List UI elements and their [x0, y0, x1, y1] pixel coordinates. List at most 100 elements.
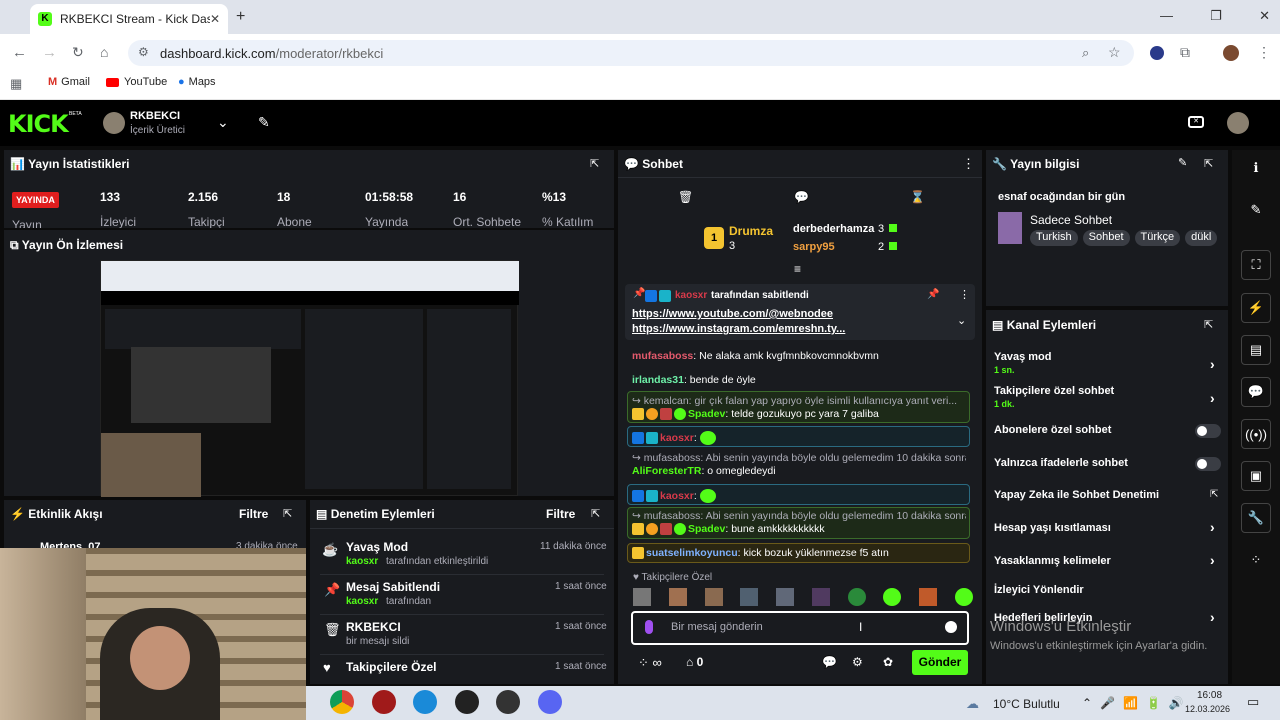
chat-input[interactable]: Bir mesaj gönderin I [631, 611, 969, 645]
chat-trash-icon[interactable]: 🗑 [678, 190, 693, 204]
reload-icon[interactable]: ↻ [72, 44, 84, 61]
emote-icon[interactable] [704, 588, 723, 606]
chat-settings-icon[interactable]: ⚙ [852, 655, 863, 669]
channel-avatar[interactable] [103, 112, 125, 134]
layout-icon[interactable]: ▣ [1241, 461, 1271, 491]
tag[interactable]: dükl [1185, 230, 1218, 246]
emote-icon[interactable] [668, 588, 687, 606]
mode-toggle-icon[interactable]: ✕ [1188, 116, 1204, 128]
home-icon[interactable]: ⌂ [100, 44, 108, 60]
stats-expand-icon[interactable]: ⇱ [590, 157, 599, 170]
window-close-icon[interactable]: ✕ [1259, 8, 1270, 24]
extension-icon[interactable] [1150, 46, 1164, 60]
pin-tool-icon[interactable]: ✎ [258, 114, 270, 131]
send-button[interactable]: Gönder [912, 650, 968, 675]
tab-close-icon[interactable]: ✕ [210, 12, 220, 26]
chat-bubble-icon[interactable]: 💬 [794, 190, 809, 204]
screenshot-icon[interactable]: ⛶ [1241, 250, 1271, 280]
pinned-link[interactable]: https://www.youtube.com/@webnodee [632, 308, 833, 320]
bookmark-maps[interactable]: ● Maps [178, 76, 216, 88]
site-info-icon[interactable]: ⚙ [138, 45, 149, 59]
address-bar[interactable]: dashboard.kick.com/moderator/rkbekci [128, 40, 1134, 66]
discord-taskbar-icon[interactable] [538, 690, 562, 714]
chrome-taskbar-icon[interactable] [330, 690, 354, 714]
broadcast-icon[interactable]: ((•)) [1241, 419, 1271, 449]
chat-collapse-icon[interactable]: ≡ [794, 262, 801, 276]
pinned-link[interactable]: https://www.instagram.com/emreshn.ty... [632, 323, 845, 335]
channel-action-slow-mode[interactable]: Yavaş mod 1 sn. › [986, 346, 1228, 378]
edit-stream-info-icon[interactable]: ✎ [1178, 156, 1187, 169]
maximize-icon[interactable]: ❐ [1210, 8, 1222, 24]
emote-icon[interactable] [883, 588, 902, 606]
user-avatar[interactable] [1227, 112, 1249, 134]
moderation-filter-button[interactable]: Filtre [546, 507, 575, 521]
weather-text[interactable]: 10°C Bulutlu [993, 697, 1060, 711]
browser-menu-icon[interactable]: ⋮ [1257, 44, 1271, 61]
app2-taskbar-icon[interactable] [496, 690, 520, 714]
emote-icon[interactable] [776, 588, 795, 606]
channel-action-raid[interactable]: İzleyici Yönlendir [986, 580, 1228, 600]
bookmark-youtube[interactable]: YouTube [106, 76, 167, 88]
activity-filter-button[interactable]: Filtre [239, 507, 268, 521]
emote-icon[interactable] [811, 588, 830, 606]
pinned-expand-chevron-icon[interactable]: ⌄ [957, 314, 966, 327]
emoji-picker-icon[interactable] [945, 621, 957, 633]
emote-icon[interactable] [954, 588, 973, 606]
edge-taskbar-icon[interactable] [413, 690, 437, 714]
zoom-icon[interactable]: ⌕ [1082, 45, 1089, 61]
channel-action-banned-words[interactable]: Yasaklanmış kelimeler › [986, 551, 1228, 573]
tag[interactable]: Sohbet [1082, 230, 1130, 246]
profile-avatar[interactable] [1223, 45, 1239, 61]
edit-icon[interactable]: ✎ [1241, 195, 1271, 225]
notes-icon[interactable]: ▤ [1241, 335, 1271, 365]
emote-icon[interactable] [919, 588, 938, 606]
clock-date[interactable]: 12.03.2026 [1185, 704, 1230, 714]
browser-tab[interactable]: K RKBEKCI Stream - Kick Dashboa ✕ [30, 4, 228, 34]
hourglass-icon[interactable]: ⌛ [910, 190, 925, 204]
lightning-side-icon[interactable]: ⚡ [1241, 293, 1271, 323]
emote-icon[interactable] [740, 588, 759, 606]
channel-actions-expand-icon[interactable]: ⇱ [1204, 318, 1213, 331]
tag[interactable]: Türkçe [1134, 230, 1181, 246]
apps-grid-icon[interactable]: ▦ [10, 76, 22, 92]
info-icon[interactable]: ℹ [1241, 153, 1271, 183]
subscribers-only-toggle[interactable] [1195, 424, 1221, 438]
tag[interactable]: Turkish [1030, 230, 1078, 246]
emote-menu-icon[interactable]: ✿ [883, 655, 893, 669]
stream-preview-video[interactable] [100, 260, 519, 497]
pinned-menu-icon[interactable]: ⋮ [959, 288, 970, 301]
emote-icon[interactable] [633, 588, 651, 606]
chat-menu-icon[interactable]: ⋮ [962, 156, 975, 172]
new-tab-icon[interactable]: + [236, 8, 245, 26]
channel-action-account-age[interactable]: Hesap yaşı kısıtlaması › [986, 518, 1228, 540]
channel-switch-chevron-icon[interactable]: ⌄ [217, 114, 229, 131]
app-taskbar-icon[interactable] [372, 690, 396, 714]
kick-logo[interactable]: KICK [8, 110, 69, 138]
minimize-icon[interactable]: — [1160, 8, 1173, 24]
channel-action-followers-only[interactable]: Takipçilere özel sohbet 1 dk. › [986, 380, 1228, 412]
clock-time[interactable]: 16:08 [1197, 690, 1222, 701]
channel-action-ai-moderation[interactable]: Yapay Zeka ile Sohbet Denetimi ⇱ [986, 486, 1228, 508]
tray-icons[interactable]: ⌃🎤📶🔋🔊 [1082, 696, 1192, 710]
activity-expand-icon[interactable]: ⇱ [283, 507, 292, 520]
moderation-expand-icon[interactable]: ⇱ [591, 507, 600, 520]
badges-infinity-icon[interactable]: ⁘ ∞ [638, 655, 662, 671]
obs-taskbar-icon[interactable] [455, 690, 479, 714]
emote-icon[interactable] [847, 588, 866, 606]
channel-points[interactable]: ⌂ 0 [686, 655, 703, 669]
chat-side-icon[interactable]: 💬 [1241, 377, 1271, 407]
unpin-icon[interactable]: 📌 [927, 289, 939, 300]
forward-icon[interactable]: → [42, 44, 57, 61]
wrench-side-icon[interactable]: 🔧 [1241, 503, 1271, 533]
extensions-puzzle-icon[interactable]: ⧉ [1180, 44, 1190, 61]
emotes-only-toggle[interactable] [1195, 457, 1221, 471]
back-icon[interactable]: ← [12, 44, 27, 61]
chat-options-icon[interactable]: 💬 [822, 655, 837, 669]
bookmark-star-icon[interactable]: ☆ [1108, 44, 1121, 61]
chat-title-text: Sohbet [642, 157, 683, 171]
stream-info-expand-icon[interactable]: ⇱ [1204, 157, 1213, 170]
notification-icon[interactable]: ▭ [1247, 694, 1259, 710]
bookmark-gmail[interactable]: M Gmail [48, 76, 90, 88]
apps-side-icon[interactable]: ⁘ [1241, 545, 1271, 575]
mic-icon[interactable] [645, 620, 653, 634]
